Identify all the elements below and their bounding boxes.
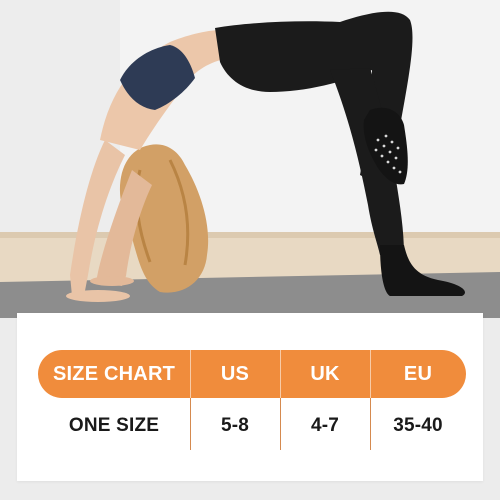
header-eu: EU	[403, 362, 433, 385]
right-hand	[90, 276, 134, 286]
cell-eu-size: 35-40	[393, 415, 443, 436]
header-uk: UK	[310, 362, 340, 385]
floor-edge	[0, 232, 500, 238]
size-chart-card: SIZE CHART US UK EU ONE SIZE 5-8 4-7 35-…	[17, 313, 483, 481]
left-hand	[66, 290, 130, 302]
cell-us-size: 5-8	[220, 415, 250, 436]
cell-one-size: ONE SIZE	[68, 415, 160, 436]
product-image: SIZE CHART US UK EU ONE SIZE 5-8 4-7 35-…	[0, 0, 500, 500]
header-us: US	[220, 362, 250, 385]
cell-uk-size: 4-7	[310, 415, 340, 436]
header-size-chart: SIZE CHART	[53, 362, 175, 385]
size-chart-table: SIZE CHART US UK EU ONE SIZE 5-8 4-7 35-…	[38, 350, 466, 450]
